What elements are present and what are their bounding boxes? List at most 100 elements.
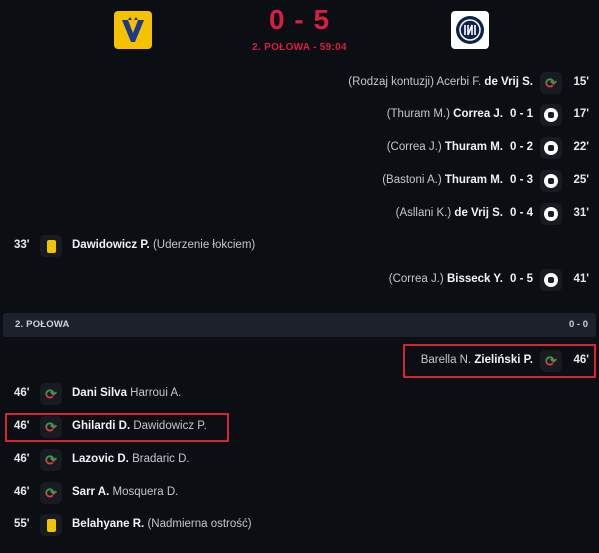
event-detail: Dawidowicz P. <box>133 420 207 432</box>
yellow-card-glyph <box>46 239 56 253</box>
goal-running-score: 0 - 5 <box>509 273 533 285</box>
event-text: (Bastoni A.) Thuram M. <box>382 174 503 186</box>
event-detail: (Uderzenie łokciem) <box>152 239 256 251</box>
event-player[interactable]: Ghilardi D. <box>72 420 130 432</box>
event-minute: 46' <box>573 354 589 366</box>
event-player[interactable]: Sarr A. <box>72 486 109 498</box>
event-player[interactable]: de Vrij S. <box>484 76 533 88</box>
soccer-ball-glyph <box>544 207 558 221</box>
event-minute: 46' <box>14 486 30 498</box>
event-text: (Asllani K.) de Vrij S. <box>396 207 503 219</box>
event-text: Barella N. Zieliński P. <box>421 354 533 366</box>
event-player[interactable]: Lazovic D. <box>72 453 129 465</box>
event-text: (Thuram M.) Correa J. <box>387 108 503 120</box>
event-minute: 31' <box>573 207 589 219</box>
event-detail: (Nadmierna ostrość) <box>147 518 252 530</box>
event-row-substitution[interactable]: 46' ⟳ Sarr A. Mosquera D. <box>0 478 599 508</box>
event-minute: 46' <box>14 420 30 432</box>
goal-running-score: 0 - 3 <box>509 174 533 186</box>
event-detail: Mosquera D. <box>112 486 179 498</box>
event-minute: 15' <box>573 76 589 88</box>
event-player[interactable]: de Vrij S. <box>454 207 503 219</box>
substitution-arrows-icon: ⟳ <box>40 482 62 504</box>
event-detail: (Bastoni A.) <box>382 174 442 186</box>
event-detail: (Correa J.) <box>386 141 442 153</box>
event-row-substitution[interactable]: 46' ⟳ Dani Silva Harroui A. <box>0 379 599 409</box>
event-player[interactable]: Thuram M. <box>445 141 503 153</box>
period-header: 2. POŁOWA 0 - 0 <box>3 313 596 337</box>
event-row-substitution[interactable]: 46' ⟳ Ghilardi D. Dawidowicz P. <box>0 412 599 442</box>
event-player[interactable]: Zieliński P. <box>474 354 533 366</box>
substitution-glyph: ⟳ <box>545 76 557 90</box>
event-minute: 25' <box>573 174 589 186</box>
event-minute: 17' <box>573 108 589 120</box>
goal-running-score: 0 - 2 <box>509 141 533 153</box>
soccer-ball-icon <box>540 203 562 225</box>
event-row-yellow-card[interactable]: 55' Belahyane R. (Nadmierna ostrość) <box>0 510 599 540</box>
event-minute: 41' <box>573 273 589 285</box>
event-detail: (Correa J.) <box>388 273 444 285</box>
event-text: Ghilardi D. Dawidowicz P. <box>72 420 207 432</box>
event-player[interactable]: Dawidowicz P. <box>72 239 150 251</box>
substitution-glyph: ⟳ <box>45 453 57 467</box>
event-detail: (Rodzaj kontuzji) Acerbi F. <box>348 76 482 88</box>
substitution-arrows-icon: ⟳ <box>540 350 562 372</box>
event-text: (Correa J.) Thuram M. <box>387 141 503 153</box>
period-score: 0 - 0 <box>568 319 588 330</box>
period-label: 2. POŁOWA <box>15 319 70 330</box>
event-row-substitution[interactable]: 15' ⟳ (Rodzaj kontuzji) Acerbi F. de Vrij … <box>0 68 599 98</box>
event-player[interactable]: Bisseck Y. <box>447 273 503 285</box>
event-row-substitution[interactable]: 46' ⟳ Lazovic D. Bradaric D. <box>0 445 599 475</box>
event-row-goal[interactable]: 25' (Bastoni A.) Thuram M. 0 - 3 <box>0 166 599 196</box>
event-row-goal[interactable]: 17' (Thuram M.) Correa J. 0 - 1 <box>0 100 599 130</box>
substitution-arrows-icon: ⟳ <box>40 383 62 405</box>
event-player[interactable]: Dani Silva <box>72 387 127 399</box>
event-player[interactable]: Belahyane R. <box>72 518 144 530</box>
substitution-arrows-icon: ⟳ <box>540 72 562 94</box>
event-text: Belahyane R. (Nadmierna ostrość) <box>72 518 252 530</box>
event-player[interactable]: Correa J. <box>453 108 503 120</box>
event-detail: Harroui A. <box>130 387 182 399</box>
substitution-glyph: ⟳ <box>45 387 57 401</box>
event-row-goal[interactable]: 22' (Correa J.) Thuram M. 0 - 2 <box>0 133 599 163</box>
event-row-goal[interactable]: 31' (Asllani K.) de Vrij S. 0 - 4 <box>0 199 599 229</box>
soccer-ball-glyph <box>544 174 558 188</box>
event-minute: 55' <box>14 518 30 530</box>
event-minute: 46' <box>14 387 30 399</box>
goal-running-score: 0 - 4 <box>509 207 533 219</box>
event-detail: Barella N. <box>420 354 472 366</box>
soccer-ball-icon <box>540 104 562 126</box>
event-detail: (Thuram M.) <box>386 108 450 120</box>
match-header: 0 - 5 2. POŁOWA - 59:04 <box>0 0 599 62</box>
event-text: (Correa J.) Bisseck Y. <box>389 273 503 285</box>
soccer-ball-icon <box>540 269 562 291</box>
match-score: 0 - 5 <box>268 4 331 35</box>
event-text: Lazovic D. Bradaric D. <box>72 453 190 465</box>
away-team-logo[interactable] <box>451 11 489 49</box>
event-text: Dani Silva Harroui A. <box>72 387 181 399</box>
substitution-glyph: ⟳ <box>545 354 557 368</box>
soccer-ball-icon <box>540 170 562 192</box>
soccer-ball-icon <box>540 137 562 159</box>
event-text: (Rodzaj kontuzji) Acerbi F. de Vrij S. <box>348 76 533 88</box>
event-minute: 46' <box>14 453 30 465</box>
substitution-arrows-icon: ⟳ <box>40 449 62 471</box>
event-detail: (Asllani K.) <box>395 207 452 219</box>
soccer-ball-glyph <box>544 141 558 155</box>
event-text: Sarr A. Mosquera D. <box>72 486 178 498</box>
substitution-arrows-icon: ⟳ <box>40 416 62 438</box>
event-row-substitution[interactable]: 46' ⟳ Barella N. Zieliński P. <box>0 346 599 376</box>
yellow-card-icon <box>40 235 62 257</box>
event-minute: 33' <box>14 239 30 251</box>
substitution-glyph: ⟳ <box>45 486 57 500</box>
event-player[interactable]: Thuram M. <box>445 174 503 186</box>
event-row-goal[interactable]: 41' (Correa J.) Bisseck Y. 0 - 5 <box>0 265 599 295</box>
soccer-ball-glyph <box>544 108 558 122</box>
yellow-card-icon <box>40 514 62 536</box>
substitution-glyph: ⟳ <box>45 420 57 434</box>
soccer-ball-glyph <box>544 273 558 287</box>
goal-running-score: 0 - 1 <box>509 108 533 120</box>
event-row-yellow-card[interactable]: 33' Dawidowicz P. (Uderzenie łokciem) <box>0 231 599 261</box>
yellow-card-glyph <box>46 518 56 532</box>
event-minute: 22' <box>573 141 589 153</box>
